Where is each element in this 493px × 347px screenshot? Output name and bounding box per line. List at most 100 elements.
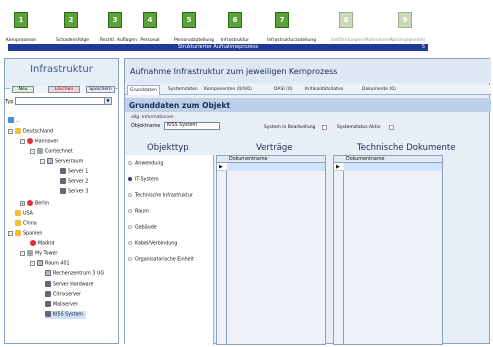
tree-node-contechnet[interactable]: - Contechnet bbox=[30, 148, 73, 156]
toolbar-infrastruktur[interactable]: 6 Infrastruktur bbox=[221, 12, 249, 43]
process-bar-corner: 5 bbox=[421, 44, 425, 50]
option-label: Kabel/Verbindung bbox=[135, 241, 178, 247]
grid-divider bbox=[343, 156, 344, 344]
typ-select[interactable]: ▼ bbox=[15, 97, 112, 105]
tree-node-madrid[interactable]: Madrid bbox=[30, 240, 54, 248]
tree-node-serverraum[interactable]: - Serverraum bbox=[40, 158, 83, 166]
tree-node-server2[interactable]: Server 2 bbox=[60, 178, 88, 186]
tab-dasi[interactable]: DASI (0) bbox=[274, 87, 292, 92]
table-cell[interactable] bbox=[344, 163, 442, 171]
tree-label: Spanien bbox=[23, 231, 43, 237]
toolbar-abhaengigkeiten[interactable]: 9 Abhängigkeiten bbox=[390, 12, 425, 43]
option-label: Anwendung bbox=[135, 161, 164, 167]
tree-label: Raum 401 bbox=[45, 261, 70, 267]
radio-icon[interactable] bbox=[128, 209, 132, 213]
objekttyp-header: Objekttyp bbox=[147, 143, 189, 153]
option-technische-infrastruktur[interactable]: Technische Infrastruktur bbox=[128, 193, 193, 199]
tree-node-mailserver[interactable]: Mailserver bbox=[45, 301, 78, 309]
tree-node-citrixserver[interactable]: Citrixserver bbox=[45, 291, 81, 299]
collapse-icon[interactable]: - bbox=[30, 148, 35, 154]
option-it-system[interactable]: IT-System bbox=[128, 177, 159, 183]
tab-kritikalitaet[interactable]: Kritikalitätsdaten bbox=[305, 87, 343, 92]
toolbar-auflagen[interactable]: 3 Rechtl. Auflagen bbox=[100, 12, 137, 43]
option-gebaeude[interactable]: Gebäude bbox=[128, 225, 157, 231]
collapse-icon[interactable]: - bbox=[30, 260, 35, 266]
speichern-button[interactable]: Speichern bbox=[86, 86, 115, 93]
objekttyp-list: Anwendung IT-System Technische Infrastru… bbox=[125, 155, 214, 345]
table-row[interactable]: ▶ bbox=[334, 163, 442, 171]
tree-label: Server Hardware bbox=[53, 282, 94, 288]
radio-selected-icon[interactable] bbox=[128, 177, 132, 181]
tree-node-hannover[interactable]: - Hannover bbox=[20, 138, 58, 146]
objektname-input[interactable]: KISS System bbox=[164, 122, 220, 130]
tree-label: China bbox=[23, 221, 37, 227]
building-icon bbox=[37, 148, 43, 154]
toolbar-personalzuteilung[interactable]: 5 Personalzuteilung bbox=[174, 12, 214, 43]
tree-node-server3[interactable]: Server 3 bbox=[60, 188, 88, 196]
tree-label: USA bbox=[23, 211, 33, 217]
room-icon bbox=[47, 158, 53, 164]
collapse-icon[interactable]: - bbox=[8, 230, 13, 236]
radio-icon[interactable] bbox=[128, 241, 132, 245]
collapse-icon[interactable]: - bbox=[40, 158, 45, 164]
collapse-icon[interactable]: - bbox=[8, 128, 13, 134]
table-cell[interactable] bbox=[227, 163, 325, 171]
toolbar-personal[interactable]: 4 Personal bbox=[140, 12, 160, 43]
tree-label: Madrid bbox=[38, 241, 55, 247]
infrastructure-panel: Infrastruktur Neu Löschen Speichern Typ … bbox=[4, 58, 119, 344]
loeschen-button[interactable]: Löschen bbox=[48, 86, 80, 93]
server-icon bbox=[60, 178, 66, 184]
radio-icon[interactable] bbox=[128, 161, 132, 165]
toolbar-gefaehrdungen[interactable]: 8 Gefährdungen/Maßnahmen bbox=[331, 12, 393, 43]
main-panel: Aufnahme Infrastruktur zum jeweiligen Ke… bbox=[124, 58, 491, 345]
option-raum[interactable]: Raum bbox=[128, 209, 149, 215]
tree-node-deutschland[interactable]: - Deutschland bbox=[8, 128, 53, 136]
option-label: Organisatorische Einheit bbox=[135, 257, 194, 263]
radio-icon[interactable] bbox=[128, 257, 132, 261]
option-anwendung[interactable]: Anwendung bbox=[128, 161, 163, 167]
location-icon bbox=[30, 240, 36, 246]
tab-grunddaten[interactable]: Grunddaten bbox=[127, 85, 160, 95]
collapse-icon[interactable]: - bbox=[20, 250, 25, 256]
room-icon bbox=[37, 260, 43, 266]
radio-icon[interactable] bbox=[128, 225, 132, 229]
tree-node-server1[interactable]: Server 1 bbox=[60, 168, 88, 176]
option-organisatorisch[interactable]: Organisatorische Einheit bbox=[128, 257, 194, 263]
status-aktiv-checkbox[interactable] bbox=[389, 125, 394, 130]
toolbar-kernprozesse[interactable]: 1 Kernprozesse bbox=[6, 12, 36, 43]
chevron-down-icon[interactable]: ▼ bbox=[104, 98, 111, 104]
tree-node-rechenzentrum[interactable]: Rechenzentrum 3 UG bbox=[45, 270, 104, 278]
tree-node-spanien[interactable]: - Spanien bbox=[8, 230, 42, 238]
tree-node-china[interactable]: China bbox=[15, 220, 37, 228]
kernprozesse-icon: 1 bbox=[14, 12, 28, 28]
tab-dokumente[interactable]: Dokumente (0) bbox=[362, 87, 396, 92]
tab-komponenten[interactable]: Komponenten (0/0/0) bbox=[204, 87, 252, 92]
in-bearbeitung-checkbox[interactable] bbox=[322, 125, 327, 130]
tree-label: Deutschland bbox=[23, 129, 54, 135]
objektname-label: Objektname bbox=[131, 124, 161, 129]
tree-node-raum401[interactable]: - Raum 401 bbox=[30, 260, 70, 268]
grid-divider bbox=[226, 156, 227, 344]
vertraege-grid: Dokumentname ▶ bbox=[216, 155, 326, 345]
collapse-icon[interactable]: - bbox=[20, 138, 25, 144]
tree-label: Berlin bbox=[35, 201, 49, 207]
tree-node-mytower[interactable]: - My Tower bbox=[20, 250, 57, 258]
tree-node-usa[interactable]: USA bbox=[15, 210, 33, 218]
tree-node-serverhardware[interactable]: Server Hardware bbox=[45, 281, 93, 289]
tree-node-berlin[interactable]: + Berlin bbox=[20, 200, 49, 208]
expand-icon[interactable]: + bbox=[20, 200, 25, 206]
tree-label: Server 2 bbox=[68, 179, 89, 185]
techdoc-grid-header: Dokumentname bbox=[334, 156, 442, 163]
location-icon bbox=[27, 200, 33, 206]
neu-button[interactable]: Neu bbox=[12, 86, 34, 93]
option-kabel[interactable]: Kabel/Verbindung bbox=[128, 241, 177, 247]
toolbar-label: Schadensfolge bbox=[56, 38, 89, 43]
tree-node-root[interactable]: ... bbox=[8, 117, 21, 125]
radio-icon[interactable] bbox=[128, 193, 132, 197]
tree-node-kiss[interactable]: KISS System bbox=[45, 311, 87, 319]
toolbar-label: Personalzuteilung bbox=[174, 38, 214, 43]
toolbar-schadensfolge[interactable]: 2 Schadensfolge bbox=[56, 12, 89, 43]
toolbar-infrastrukturzuteilung[interactable]: 7 Infrastrukturzuteilung bbox=[267, 12, 316, 43]
table-row[interactable]: ▶ bbox=[217, 163, 325, 171]
tab-systemdaten[interactable]: Systemdaten bbox=[168, 87, 198, 92]
